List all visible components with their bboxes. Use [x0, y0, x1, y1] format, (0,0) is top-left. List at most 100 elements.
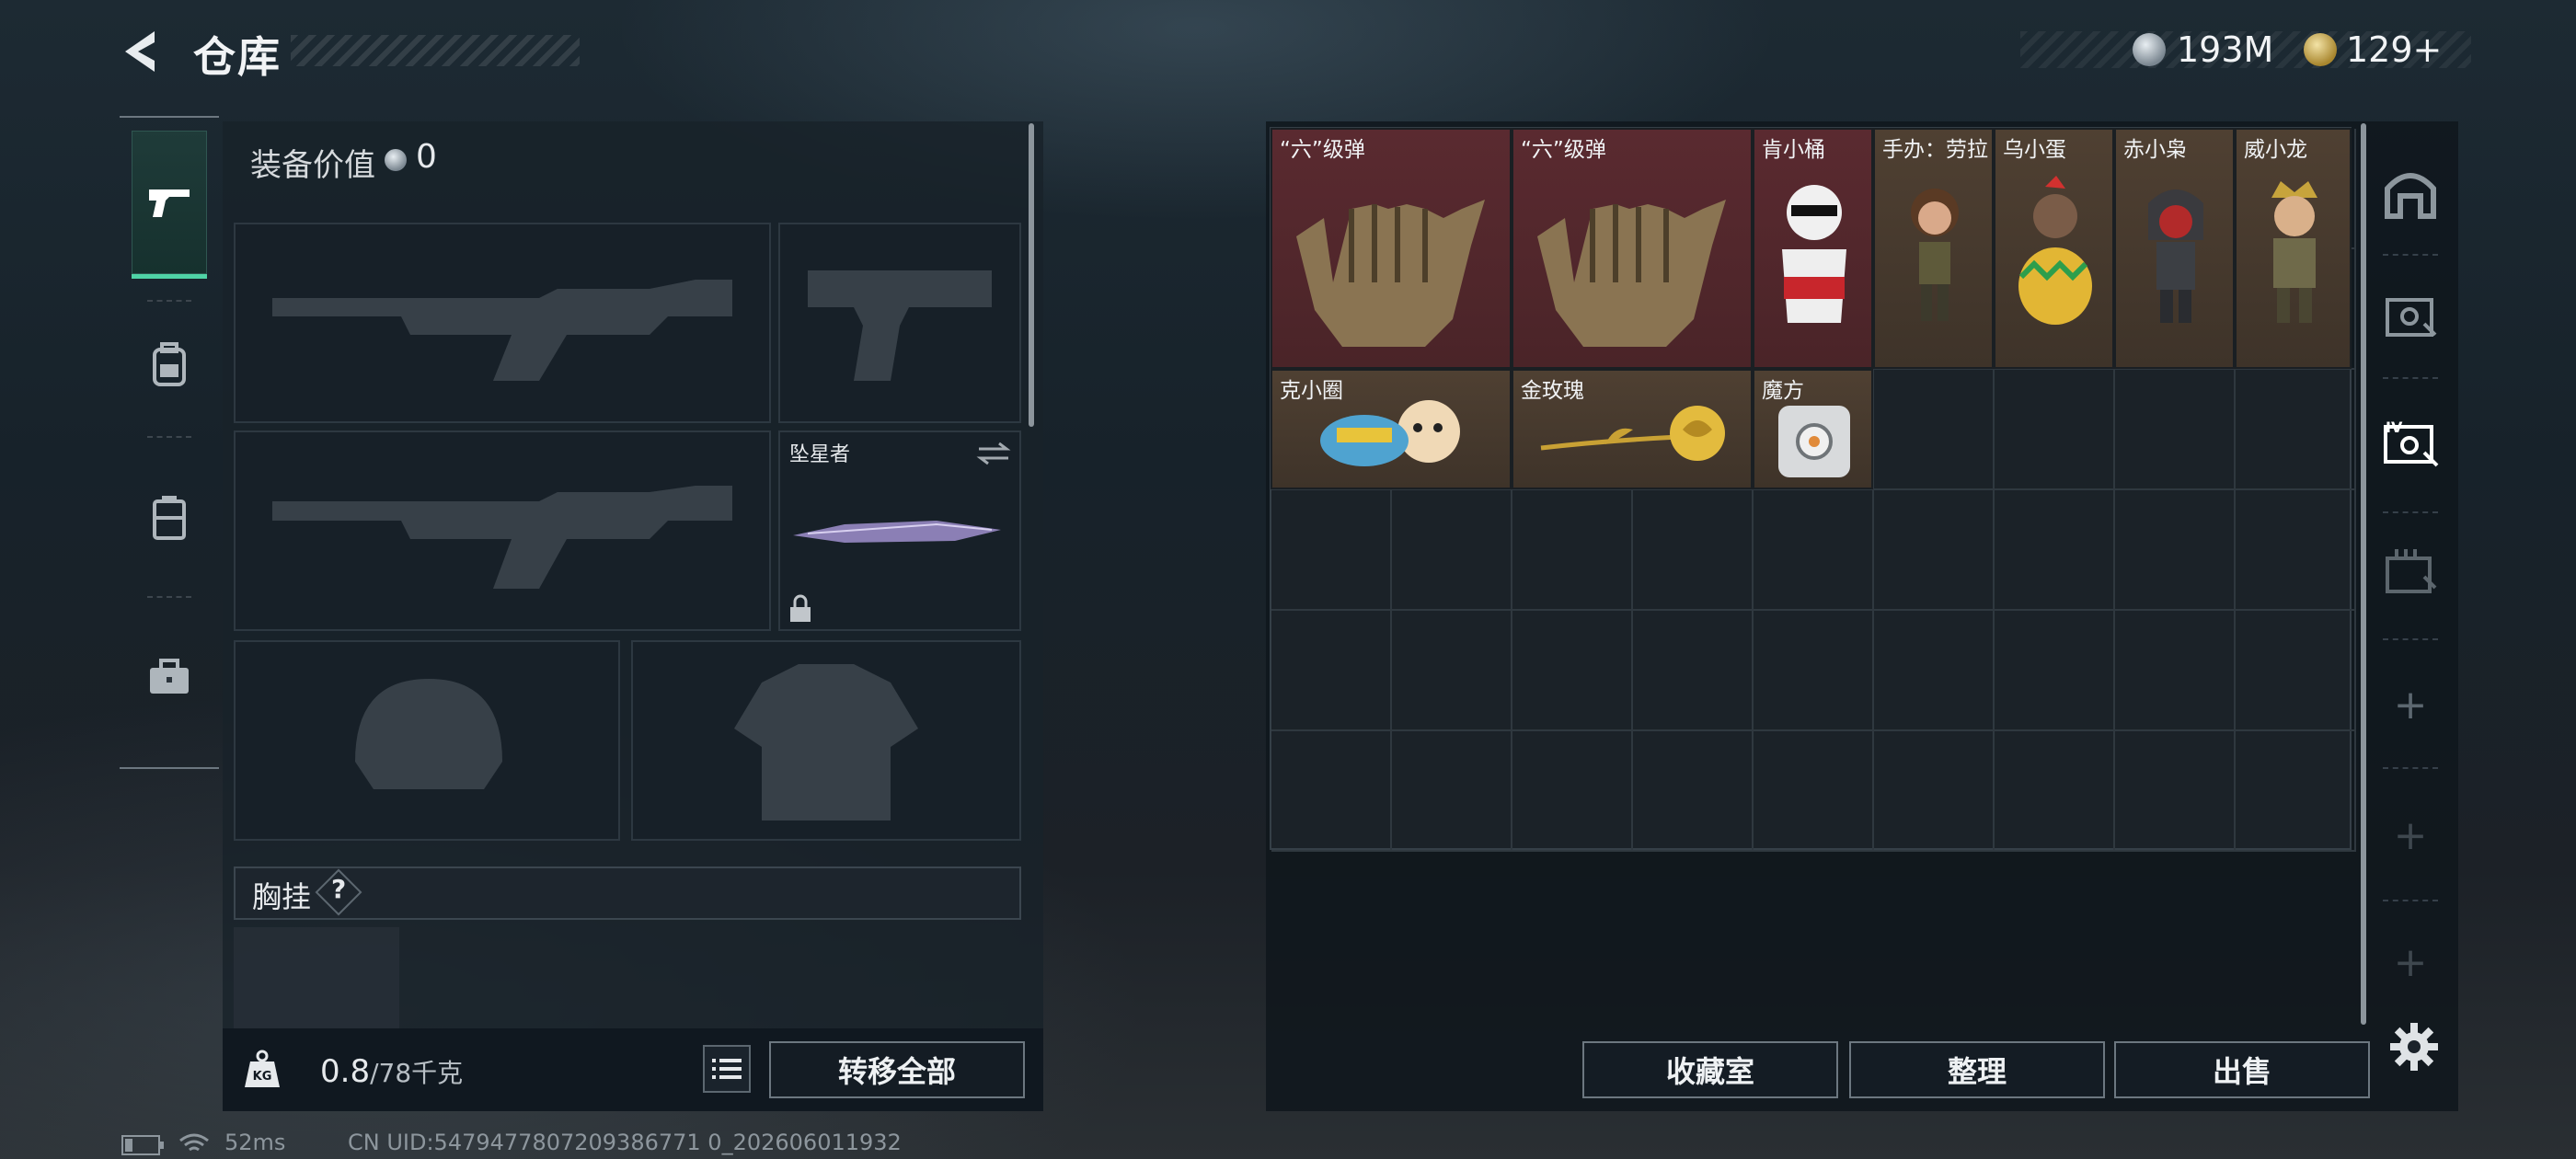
- transfer-all-button[interactable]: 转移全部: [769, 1041, 1025, 1098]
- item-name: “六”级弹: [1521, 138, 1606, 162]
- svg-text:IV: IV: [2386, 419, 2403, 436]
- grid-cell[interactable]: [2115, 731, 2236, 852]
- organize-button[interactable]: 整理: [1849, 1041, 2105, 1098]
- collection-room-button[interactable]: 收藏室: [1582, 1041, 1838, 1098]
- vest-icon: [153, 496, 186, 540]
- egg-figure-icon: [2018, 176, 2092, 325]
- grid-cell[interactable]: [1271, 611, 1392, 731]
- item-grade6-bullet-1[interactable]: “六”级弹: [1271, 128, 1512, 369]
- lara-figure-icon: [1911, 189, 1959, 321]
- grid-cell[interactable]: [1512, 490, 1633, 611]
- grid-cell[interactable]: [1392, 611, 1512, 731]
- helmet-silhouette-icon: [355, 679, 502, 789]
- grid-cell[interactable]: [1754, 731, 1874, 852]
- storage-4-icon: IV: [2384, 419, 2439, 467]
- tab-backpack[interactable]: [132, 293, 207, 436]
- tab-storage-1[interactable]: [2377, 270, 2444, 362]
- grid-cell[interactable]: [1995, 490, 2115, 611]
- item-name: 魔方: [1762, 379, 1804, 403]
- grid-cell[interactable]: [1754, 611, 1874, 731]
- list-view-button[interactable]: [703, 1045, 751, 1093]
- item-name: 赤小枭: [2123, 138, 2187, 162]
- add-storage-button-3[interactable]: +: [2377, 916, 2444, 1008]
- uid-text: CN UID:5479477807209386771 0_20260601193…: [348, 1130, 902, 1155]
- item-grade6-bullet-2[interactable]: “六”级弹: [1512, 128, 1753, 369]
- silver-currency-value: 193M: [2177, 29, 2274, 70]
- grid-cell[interactable]: [1995, 370, 2115, 490]
- grid-cell[interactable]: [2115, 490, 2236, 611]
- grid-cell[interactable]: [1633, 731, 1754, 852]
- bucket-figure-icon: [1782, 185, 1846, 323]
- item-gold-rose[interactable]: 金玫瑰: [1512, 369, 1753, 489]
- carry-weight: 0.8/78千克: [320, 1053, 463, 1090]
- equipment-scrollbar[interactable]: [1029, 123, 1034, 427]
- fist-trophy-icon: [1296, 200, 1485, 347]
- melee-slot[interactable]: 坠星者: [778, 430, 1021, 631]
- tab-shelter[interactable]: [2377, 147, 2444, 239]
- item-wu-egg[interactable]: 乌小蛋: [1994, 128, 2114, 369]
- equipment-value: 0: [416, 138, 437, 176]
- back-arrow-icon[interactable]: [118, 28, 166, 75]
- grid-cell[interactable]: [2236, 731, 2356, 852]
- add-storage-button-1[interactable]: +: [2377, 659, 2444, 751]
- grid-cell[interactable]: [1874, 611, 1995, 731]
- tab-weapons[interactable]: [132, 131, 207, 279]
- grid-cell[interactable]: [1633, 490, 1754, 611]
- gold-currency-value[interactable]: 129+: [2346, 29, 2442, 70]
- equipment-value-label: 装备价值: [250, 147, 375, 184]
- item-wei-dragon[interactable]: 威小龙: [2235, 128, 2352, 369]
- ping-text: 52ms: [224, 1130, 286, 1155]
- grid-cell[interactable]: [1512, 611, 1633, 731]
- storage-scrollbar[interactable]: [2361, 123, 2366, 1025]
- title-decoration: [291, 35, 580, 66]
- grid-cell[interactable]: [2115, 370, 2236, 490]
- swap-icon[interactable]: [975, 440, 1012, 467]
- gold-coin-icon: [2304, 33, 2337, 66]
- tab-toolbox[interactable]: [132, 605, 207, 749]
- grid-cell[interactable]: [1874, 731, 1995, 852]
- item-name: “六”级弹: [1280, 138, 1365, 162]
- item-figure-lara[interactable]: 手办：劳拉: [1873, 128, 1994, 369]
- grid-cell[interactable]: [2236, 611, 2356, 731]
- grid-cell[interactable]: [1874, 490, 1995, 611]
- item-cube[interactable]: 魔方: [1753, 369, 1873, 489]
- melee-name: 坠星者: [789, 443, 851, 466]
- armor-slot[interactable]: [631, 640, 1021, 841]
- item-red-owl[interactable]: 赤小枭: [2114, 128, 2235, 369]
- pistol-silhouette-icon: [808, 270, 992, 381]
- grid-cell[interactable]: [2236, 490, 2356, 611]
- grid-cell[interactable]: [2115, 611, 2236, 731]
- grid-cell[interactable]: [1995, 731, 2115, 852]
- grid-cell[interactable]: [1271, 731, 1392, 852]
- grid-cell[interactable]: [1633, 611, 1754, 731]
- grid-cell[interactable]: [1392, 490, 1512, 611]
- tab-storage-extra[interactable]: [2377, 524, 2444, 616]
- svg-text:KG: KG: [253, 1070, 272, 1084]
- grid-cell[interactable]: [2236, 370, 2356, 490]
- item-ke-circle[interactable]: 克小圈: [1271, 369, 1512, 489]
- tab-storage-4[interactable]: IV: [2377, 397, 2444, 489]
- chest-rig-slot[interactable]: [234, 927, 399, 1038]
- item-ken-bucket[interactable]: 肯小桶: [1753, 128, 1873, 369]
- secondary-weapon-slot[interactable]: [234, 430, 771, 631]
- helmet-slot[interactable]: [234, 640, 620, 841]
- sell-button[interactable]: 出售: [2114, 1041, 2370, 1098]
- grid-cell[interactable]: [1754, 490, 1874, 611]
- weight-max: /78千克: [370, 1058, 464, 1088]
- storage-extra-icon: [2386, 549, 2437, 593]
- silver-coin-icon: [2133, 33, 2166, 66]
- grid-cell[interactable]: [1271, 490, 1392, 611]
- add-storage-button-2[interactable]: +: [2377, 789, 2444, 881]
- gear-icon[interactable]: [2388, 1021, 2440, 1073]
- battery-icon: [121, 1135, 164, 1155]
- tab-vest[interactable]: [132, 445, 207, 589]
- primary-weapon-slot[interactable]: [234, 223, 771, 423]
- lock-icon: [790, 594, 811, 622]
- grid-cell[interactable]: [1392, 731, 1512, 852]
- pistol-slot[interactable]: [778, 223, 1021, 423]
- owl-figure-icon: [2148, 189, 2203, 323]
- grid-cell[interactable]: [1512, 731, 1633, 852]
- grid-cell[interactable]: [1995, 611, 2115, 731]
- grid-cell[interactable]: [1874, 370, 1995, 490]
- item-name: 乌小蛋: [2003, 138, 2066, 162]
